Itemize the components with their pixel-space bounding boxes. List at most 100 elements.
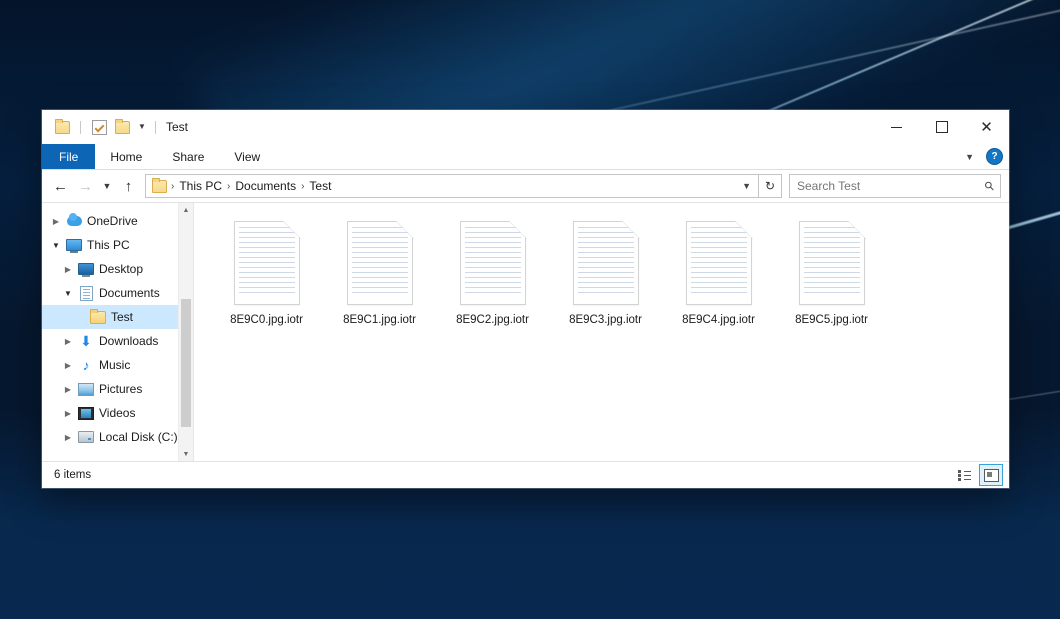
sidebar-item-label: Videos xyxy=(96,406,135,420)
details-view-button[interactable] xyxy=(952,464,976,486)
breadcrumb[interactable]: › This PC › Documents › Test ▼ xyxy=(145,174,759,198)
chevron-right-icon[interactable]: ▶ xyxy=(60,409,76,418)
sidebar-item-documents[interactable]: ▼ Documents xyxy=(42,281,193,305)
breadcrumb-item-documents[interactable]: Documents xyxy=(231,179,300,193)
minimize-button[interactable] xyxy=(874,110,919,144)
generic-document-icon xyxy=(347,221,413,305)
chevron-right-icon[interactable]: ▶ xyxy=(48,217,64,226)
recent-locations-button[interactable]: ▼ xyxy=(98,174,116,198)
chevron-right-icon[interactable]: ▶ xyxy=(60,361,76,370)
chevron-down-icon[interactable]: ▼ xyxy=(961,152,978,162)
close-button[interactable]: ✕ xyxy=(964,110,1009,144)
file-name: 8E9C5.jpg.iotr xyxy=(795,314,868,328)
qat-properties-button[interactable] xyxy=(89,117,109,137)
videos-icon xyxy=(76,407,96,420)
sidebar-item-downloads[interactable]: ▶ ⬇ Downloads xyxy=(42,329,193,353)
file-explorer-window: ▼ Test ✕ File Home Share View ▼ ? xyxy=(42,110,1009,488)
tab-file[interactable]: File xyxy=(42,144,95,169)
large-icons-view-button[interactable] xyxy=(979,464,1003,486)
file-name: 8E9C3.jpg.iotr xyxy=(569,314,642,328)
sidebar-item-onedrive[interactable]: ▶ OneDrive xyxy=(42,209,193,233)
generic-document-icon xyxy=(686,221,752,305)
sidebar-item-label: Local Disk (C:) xyxy=(96,430,178,444)
title-bar: ▼ Test ✕ xyxy=(42,110,1009,144)
chevron-down-icon[interactable]: ▼ xyxy=(735,181,758,191)
forward-button[interactable]: → xyxy=(73,174,98,198)
sidebar-item-desktop[interactable]: ▶ Desktop xyxy=(42,257,193,281)
file-item[interactable]: 8E9C1.jpg.iotr xyxy=(323,217,436,328)
generic-document-icon xyxy=(460,221,526,305)
large-icons-view-icon xyxy=(984,469,999,482)
arrow-left-icon: ← xyxy=(53,178,68,195)
generic-document-icon xyxy=(234,221,300,305)
arrow-up-icon: ↑ xyxy=(125,178,133,195)
file-item[interactable]: 8E9C2.jpg.iotr xyxy=(436,217,549,328)
tab-share[interactable]: Share xyxy=(157,144,219,169)
downloads-icon: ⬇ xyxy=(76,334,96,348)
generic-document-icon xyxy=(799,221,865,305)
this-pc-icon xyxy=(64,239,84,251)
file-item[interactable]: 8E9C4.jpg.iotr xyxy=(662,217,775,328)
sidebar-item-videos[interactable]: ▶ Videos xyxy=(42,401,193,425)
pictures-icon xyxy=(76,383,96,396)
up-button[interactable]: ↑ xyxy=(116,174,141,198)
sidebar-item-this-pc[interactable]: ▼ This PC xyxy=(42,233,193,257)
tab-view[interactable]: View xyxy=(219,144,275,169)
breadcrumb-item-this-pc[interactable]: This PC xyxy=(175,179,226,193)
chevron-right-icon[interactable]: ▶ xyxy=(60,385,76,394)
divider xyxy=(80,121,81,134)
back-button[interactable]: ← xyxy=(48,174,73,198)
qat-new-folder-button[interactable] xyxy=(112,117,132,137)
chevron-down-icon[interactable]: ▼ xyxy=(179,447,193,461)
help-icon[interactable]: ? xyxy=(986,148,1003,165)
window-controls: ✕ xyxy=(874,110,1009,144)
file-item[interactable]: 8E9C0.jpg.iotr xyxy=(210,217,323,328)
search-input[interactable]: Search Test ⚲ xyxy=(789,174,1001,198)
breadcrumb-item-test[interactable]: Test xyxy=(305,179,335,193)
scrollbar-thumb[interactable] xyxy=(181,299,191,427)
drive-icon xyxy=(76,431,96,443)
maximize-button[interactable] xyxy=(919,110,964,144)
sidebar-item-label: Downloads xyxy=(96,334,158,348)
window-body: ▶ OneDrive ▼ This PC ▶ Desktop ▼ Documen… xyxy=(42,202,1009,461)
file-name: 8E9C4.jpg.iotr xyxy=(682,314,755,328)
file-item[interactable]: 8E9C3.jpg.iotr xyxy=(549,217,662,328)
chevron-down-icon[interactable]: ▼ xyxy=(60,289,76,298)
sidebar-item-label: Documents xyxy=(96,286,160,300)
window-title: Test xyxy=(166,120,188,134)
chevron-up-icon[interactable]: ▲ xyxy=(179,203,193,217)
folder-icon xyxy=(55,121,70,134)
sidebar-item-label: Pictures xyxy=(96,382,142,396)
sidebar-item-label: OneDrive xyxy=(84,214,138,228)
chevron-down-icon: ▼ xyxy=(103,181,112,191)
navigation-pane: ▶ OneDrive ▼ This PC ▶ Desktop ▼ Documen… xyxy=(42,203,194,461)
generic-document-icon xyxy=(573,221,639,305)
status-bar: 6 items xyxy=(42,461,1009,488)
file-list-view[interactable]: 8E9C0.jpg.iotr 8E9C1.jpg.iotr xyxy=(194,203,1009,461)
sidebar-scrollbar[interactable]: ▲ ▼ xyxy=(178,203,193,461)
chevron-down-icon[interactable]: ▼ xyxy=(48,241,64,250)
chevron-right-icon[interactable]: ▶ xyxy=(60,433,76,442)
sidebar-item-local-disk-c[interactable]: ▶ Local Disk (C:) xyxy=(42,425,193,449)
music-icon: ♪ xyxy=(76,358,96,372)
file-item[interactable]: 8E9C5.jpg.iotr xyxy=(775,217,888,328)
sidebar-item-pictures[interactable]: ▶ Pictures xyxy=(42,377,193,401)
tab-home[interactable]: Home xyxy=(95,144,157,169)
desktop-icon xyxy=(76,263,96,275)
chevron-right-icon[interactable]: ▶ xyxy=(60,265,76,274)
file-name: 8E9C1.jpg.iotr xyxy=(343,314,416,328)
divider xyxy=(155,121,156,134)
sidebar-item-music[interactable]: ▶ ♪ Music xyxy=(42,353,193,377)
sidebar-item-test[interactable]: Test xyxy=(42,305,193,329)
chevron-right-icon[interactable]: ▶ xyxy=(60,337,76,346)
refresh-button[interactable]: ↻ xyxy=(759,174,782,198)
folder-icon xyxy=(152,180,167,193)
ribbon-right-controls: ▼ ? xyxy=(961,144,1003,169)
refresh-icon: ↻ xyxy=(765,179,775,193)
chevron-down-icon[interactable]: ▼ xyxy=(136,123,148,131)
arrow-right-icon: → xyxy=(78,178,93,195)
sidebar-item-label: Test xyxy=(108,310,133,324)
minimize-icon xyxy=(891,127,902,128)
qat-folder-button[interactable] xyxy=(52,117,72,137)
file-grid: 8E9C0.jpg.iotr 8E9C1.jpg.iotr xyxy=(194,203,1009,328)
